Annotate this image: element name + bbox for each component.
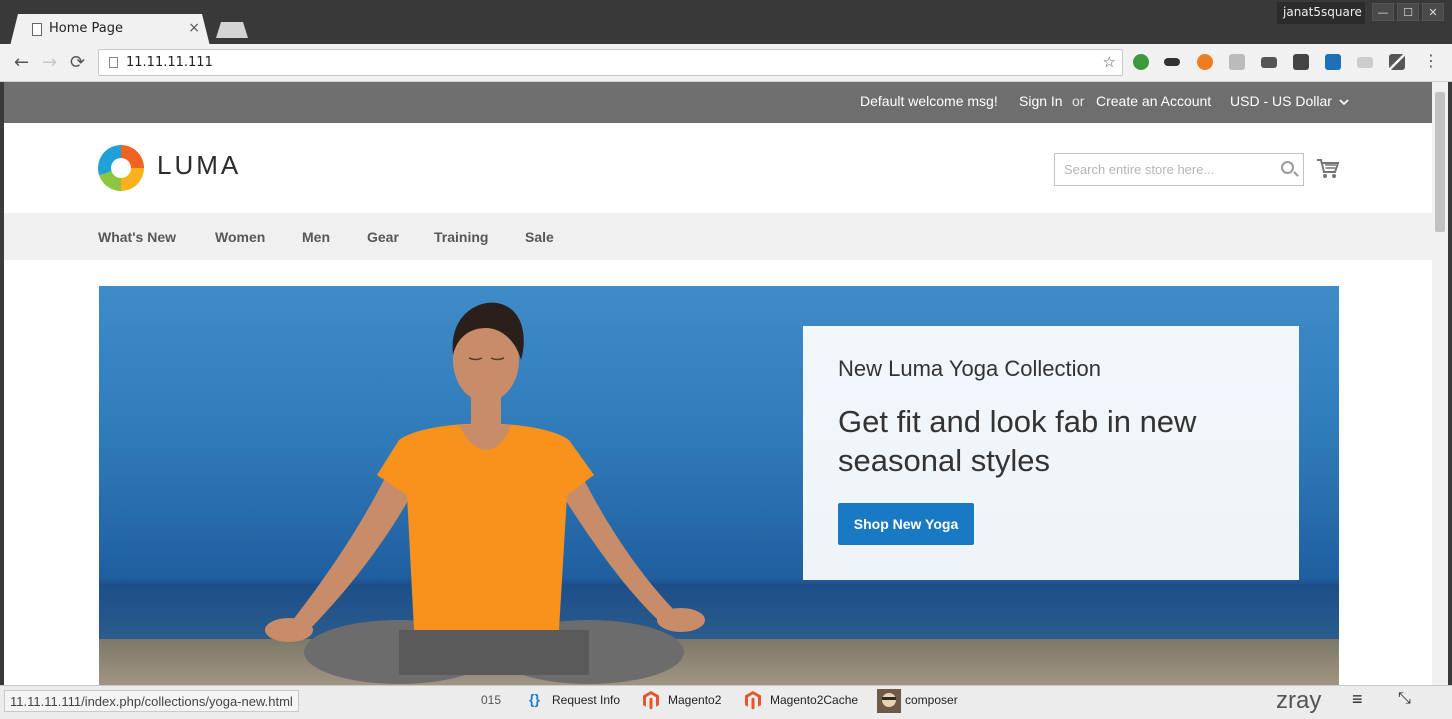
main-navigation: What's New Women Men Gear Training Sale xyxy=(4,213,1432,260)
browser-titlebar: Home Page × janat5square — ☐ ✕ xyxy=(0,0,1452,46)
zray-partial-item[interactable]: 015 xyxy=(481,693,501,707)
search-icon[interactable] xyxy=(1281,161,1294,174)
mail-alt-icon[interactable] xyxy=(1357,57,1373,68)
incognito-glasses-icon[interactable] xyxy=(1164,58,1180,66)
zray-request-info[interactable]: Request Info xyxy=(552,693,620,707)
maximize-button[interactable]: ☐ xyxy=(1397,3,1419,21)
zray-logo: zray xyxy=(1276,687,1322,714)
back-button[interactable]: ← xyxy=(14,52,29,73)
page-info-icon[interactable] xyxy=(109,57,118,68)
nav-men[interactable]: Men xyxy=(302,229,330,245)
zray-magento2cache[interactable]: Magento2Cache xyxy=(770,693,858,707)
zray-composer[interactable]: composer xyxy=(905,693,958,707)
address-bar[interactable]: 11.11.11.111 ☆ xyxy=(98,49,1123,76)
cart-icon[interactable] xyxy=(1316,158,1340,180)
close-tab-icon[interactable]: × xyxy=(188,20,200,36)
page-viewport: Default welcome msg! Sign In or Create a… xyxy=(4,82,1432,685)
braces-icon: {} xyxy=(529,691,540,707)
minimize-button[interactable]: — xyxy=(1372,3,1394,21)
search-box xyxy=(1054,153,1304,186)
nav-women[interactable]: Women xyxy=(215,229,265,245)
zray-magento2[interactable]: Magento2 xyxy=(668,693,721,707)
nav-training[interactable]: Training xyxy=(434,229,488,245)
magento-cache-icon xyxy=(745,691,761,710)
hamburger-menu-icon[interactable]: ≡ xyxy=(1352,689,1363,710)
collapse-icon[interactable]: ⤡ xyxy=(1398,690,1411,708)
shop-new-yoga-button[interactable]: Shop New Yoga xyxy=(838,503,974,545)
extension-green-icon[interactable] xyxy=(1133,54,1149,70)
logo-text[interactable]: LUMA xyxy=(157,150,241,181)
nav-gear[interactable]: Gear xyxy=(367,229,399,245)
forward-button[interactable]: → xyxy=(42,52,57,73)
status-bar-url: 11.11.11.111/index.php/collections/yoga-… xyxy=(4,690,299,712)
eyedropper-icon[interactable] xyxy=(1389,54,1405,70)
nav-whats-new[interactable]: What's New xyxy=(98,229,176,245)
currency-switcher[interactable]: USD - US Dollar xyxy=(1230,93,1349,109)
bookmark-star-icon[interactable]: ☆ xyxy=(1103,53,1116,71)
currency-label: USD - US Dollar xyxy=(1230,93,1332,109)
welcome-message: Default welcome msg! xyxy=(860,93,998,109)
or-text: or xyxy=(1072,93,1085,109)
luma-logo-icon[interactable] xyxy=(98,145,144,191)
search-input[interactable] xyxy=(1055,154,1275,185)
promo-title: Get fit and look fab in new seasonal sty… xyxy=(838,404,1197,478)
close-window-button[interactable]: ✕ xyxy=(1422,3,1444,21)
browser-toolbar: ← → ⟳ 11.11.11.111 ☆ ⋮ xyxy=(0,44,1452,82)
panel-header: Default welcome msg! Sign In or Create a… xyxy=(4,82,1432,123)
url-text[interactable]: 11.11.11.111 xyxy=(126,55,213,70)
page-scrollbar[interactable] xyxy=(1432,82,1448,685)
composer-icon xyxy=(877,689,901,713)
page-icon xyxy=(32,23,42,36)
mail-icon[interactable] xyxy=(1261,57,1277,68)
sign-in-link[interactable]: Sign In xyxy=(1019,93,1063,109)
magento-icon xyxy=(643,691,659,710)
hero-banner[interactable]: New Luma Yoga Collection Get fit and loo… xyxy=(99,286,1339,685)
create-account-link[interactable]: Create an Account xyxy=(1096,93,1211,109)
promo-box: New Luma Yoga Collection Get fit and loo… xyxy=(803,326,1299,580)
pocket-icon[interactable] xyxy=(1293,54,1309,70)
nav-sale[interactable]: Sale xyxy=(525,229,554,245)
trello-icon[interactable] xyxy=(1325,54,1341,70)
browser-menu-icon[interactable]: ⋮ xyxy=(1423,51,1439,70)
tab-home-page[interactable]: Home Page × xyxy=(10,14,210,46)
profile-name[interactable]: janat5square xyxy=(1277,2,1365,24)
reload-button[interactable]: ⟳ xyxy=(70,52,85,73)
new-tab-button[interactable] xyxy=(216,22,248,38)
chevron-down-icon xyxy=(1339,99,1349,106)
scrollbar-thumb[interactable] xyxy=(1435,92,1445,232)
yoga-woman-image xyxy=(265,302,705,684)
shield-extension-icon[interactable] xyxy=(1229,54,1245,70)
tab-title: Home Page xyxy=(49,21,123,36)
promo-subtitle: New Luma Yoga Collection xyxy=(838,356,1101,381)
extension-orange-icon[interactable] xyxy=(1197,54,1213,70)
